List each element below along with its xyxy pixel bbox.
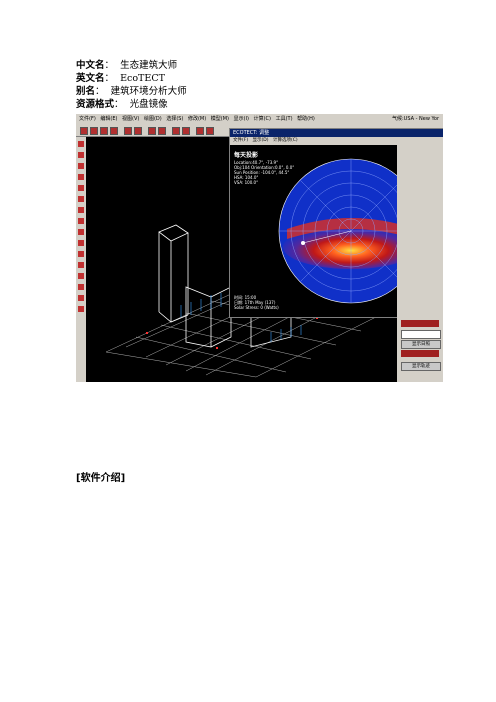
tool-icon[interactable]	[78, 207, 84, 213]
toolbar-icon[interactable]	[100, 127, 108, 135]
panel-header	[401, 320, 439, 327]
popup-info: VSA: 100.0°	[234, 180, 259, 185]
meta-format: 资源格式： 光盘镜像	[76, 99, 168, 110]
popup-menu-item[interactable]: 显示(D)	[253, 138, 269, 143]
menu-item[interactable]: 视图(V)	[122, 116, 139, 122]
toolbar-icon[interactable]	[182, 127, 190, 135]
menu-item[interactable]: 编辑(E)	[100, 116, 117, 122]
show-path-button[interactable]: 显示轨迹	[401, 362, 441, 371]
tool-icon[interactable]	[78, 262, 84, 268]
menu-item[interactable]: 选择(S)	[166, 116, 183, 122]
toolbar-icon[interactable]	[158, 127, 166, 135]
popup-menu-item[interactable]: 计算选项(C)	[273, 138, 298, 143]
location-readout: 气候:USA - New Yor	[391, 116, 439, 122]
popup-menu-item[interactable]: 文件(F)	[233, 138, 248, 143]
tool-icon[interactable]	[78, 240, 84, 246]
panel-header	[401, 350, 439, 357]
popup-title-bar: ECOTECT: 调整	[230, 129, 443, 137]
software-screenshot: 文件(F) 编辑(E) 视图(V) 绘图(D) 选择(S) 修改(M) 模型(M…	[76, 114, 443, 382]
toolbar-icon[interactable]	[196, 127, 204, 135]
toolbar-icon[interactable]	[80, 127, 88, 135]
value-field[interactable]	[401, 330, 441, 339]
left-toolbar	[76, 137, 86, 382]
app-menubar: 文件(F) 编辑(E) 视图(V) 绘图(D) 选择(S) 修改(M) 模型(M…	[76, 114, 443, 125]
tool-icon[interactable]	[78, 218, 84, 224]
toolbar-icon[interactable]	[172, 127, 180, 135]
popup-heading: 每天投影	[234, 152, 259, 159]
menu-item[interactable]: 显示(I)	[234, 116, 249, 122]
tool-icon[interactable]	[78, 174, 84, 180]
intro-heading: [软件介绍]	[76, 473, 126, 484]
toolbar-icon[interactable]	[148, 127, 156, 135]
tool-icon[interactable]	[78, 163, 84, 169]
show-sunlight-button[interactable]: 显示日照	[401, 340, 441, 349]
meta-english-name: 英文名： EcoTECT	[76, 73, 165, 84]
right-panel: 显示日照 显示轨迹	[397, 137, 443, 382]
tool-icon[interactable]	[78, 185, 84, 191]
menu-item[interactable]: 绘图(D)	[144, 116, 162, 122]
menu-item[interactable]: 工具(T)	[276, 116, 293, 122]
menu-item[interactable]: 模型(M)	[211, 116, 229, 122]
meta-alias: 别名： 建筑环境分析大师	[76, 86, 187, 97]
tool-icon[interactable]	[78, 152, 84, 158]
menu-item[interactable]: 帮助(H)	[297, 116, 315, 122]
meta-chinese-name: 中文名： 生态建筑大师	[76, 60, 178, 71]
toolbar-icon[interactable]	[124, 127, 132, 135]
menu-item[interactable]: 文件(F)	[79, 116, 96, 122]
toolbar-icon[interactable]	[134, 127, 142, 135]
tool-icon[interactable]	[78, 229, 84, 235]
tool-icon[interactable]	[78, 306, 84, 312]
tool-icon[interactable]	[78, 141, 84, 147]
popup-info: Solar Stress: 0 (Watts)	[234, 305, 279, 310]
toolbar-icon[interactable]	[206, 127, 214, 135]
tool-icon[interactable]	[78, 295, 84, 301]
menu-item[interactable]: 修改(M)	[188, 116, 206, 122]
toolbar-icon[interactable]	[90, 127, 98, 135]
toolbar-icon[interactable]	[110, 127, 118, 135]
tool-icon[interactable]	[78, 284, 84, 290]
tool-icon[interactable]	[78, 273, 84, 279]
tool-icon[interactable]	[78, 196, 84, 202]
tool-icon[interactable]	[78, 251, 84, 257]
menu-item[interactable]: 计算(C)	[254, 116, 271, 122]
